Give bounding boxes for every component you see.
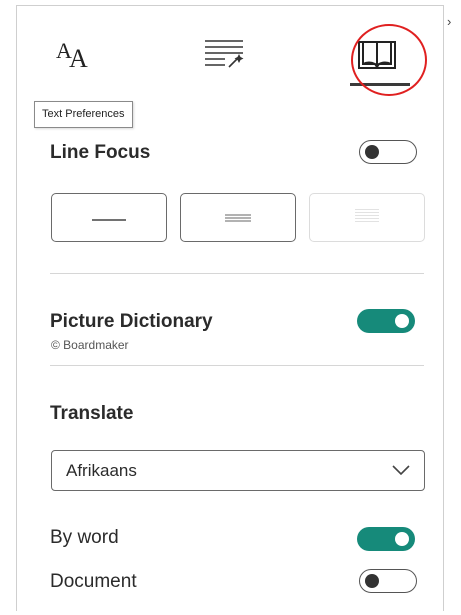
picture-dictionary-toggle[interactable] xyxy=(357,309,415,333)
text-size-icon: A A xyxy=(56,38,88,73)
line-focus-five-lines-button[interactable] xyxy=(309,193,425,242)
tab-grammar-options[interactable] xyxy=(196,30,252,74)
divider xyxy=(50,273,424,274)
divider xyxy=(50,365,424,366)
line-focus-toggle[interactable] xyxy=(359,140,417,164)
tab-text-preferences[interactable]: A A xyxy=(52,30,96,74)
annotation-circle xyxy=(351,24,427,96)
document-toggle[interactable] xyxy=(359,569,417,593)
selected-language: Afrikaans xyxy=(66,461,137,480)
toggle-knob xyxy=(395,314,409,328)
boardmaker-credit: © Boardmaker xyxy=(51,338,129,352)
line-focus-label: Line Focus xyxy=(50,142,151,163)
toggle-knob xyxy=(365,144,379,159)
by-word-toggle[interactable] xyxy=(357,527,415,551)
close-icon[interactable]: › xyxy=(447,14,451,29)
chevron-down-icon xyxy=(392,465,410,476)
document-label: Document xyxy=(50,571,137,592)
line-focus-three-lines-button[interactable] xyxy=(180,193,296,242)
grammar-options-icon xyxy=(205,40,244,68)
three-lines-icon xyxy=(225,209,251,227)
toggle-knob xyxy=(395,532,409,546)
five-lines-icon xyxy=(355,208,379,227)
tooltip: Text Preferences xyxy=(34,101,133,128)
by-word-label: By word xyxy=(50,527,119,548)
toggle-knob xyxy=(365,573,379,588)
language-select[interactable]: Afrikaans xyxy=(51,450,425,491)
picture-dictionary-label: Picture Dictionary xyxy=(50,311,213,332)
one-line-icon xyxy=(92,209,126,227)
translate-heading: Translate xyxy=(50,403,134,424)
line-focus-one-line-button[interactable] xyxy=(51,193,167,242)
